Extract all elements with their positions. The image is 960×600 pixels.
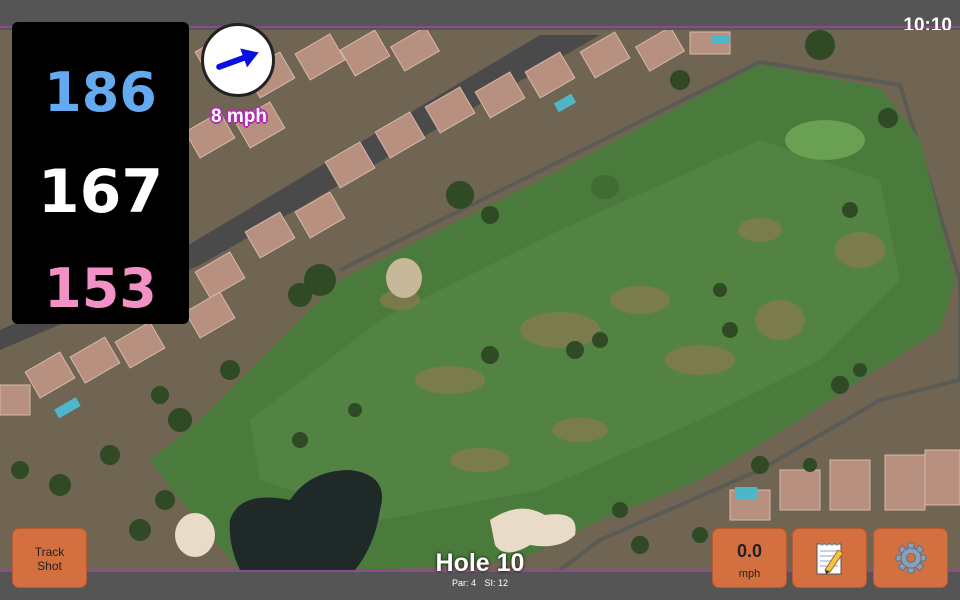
- notepad-icon: [816, 542, 844, 575]
- hole-title: Hole 10: [435, 549, 525, 577]
- distance-back: 186: [44, 61, 157, 124]
- hole-info: Par: 4 SI: 12: [380, 578, 580, 588]
- stroke-index-label: SI: 12: [484, 578, 509, 588]
- gear-icon: [895, 542, 926, 574]
- notes-button[interactable]: [792, 528, 867, 588]
- speed-unit: mph: [738, 568, 761, 580]
- track-shot-label-line2: Shot: [37, 559, 62, 573]
- wind-speed: 8 mph: [211, 106, 267, 127]
- track-shot-button[interactable]: Track Shot: [12, 528, 87, 588]
- speed-value: 0.0: [736, 541, 763, 561]
- distance-front: 153: [44, 257, 157, 320]
- wind-indicator: [201, 23, 275, 97]
- track-shot-label-line1: Track: [34, 545, 65, 559]
- par-label: Par: 4: [451, 578, 476, 588]
- settings-button[interactable]: [873, 528, 948, 588]
- distance-middle: 167: [37, 157, 164, 227]
- yardage-panel: 186 167 153: [12, 22, 189, 324]
- speed-button[interactable]: 0.0 mph: [712, 528, 787, 588]
- arrow-right-icon: [216, 48, 259, 70]
